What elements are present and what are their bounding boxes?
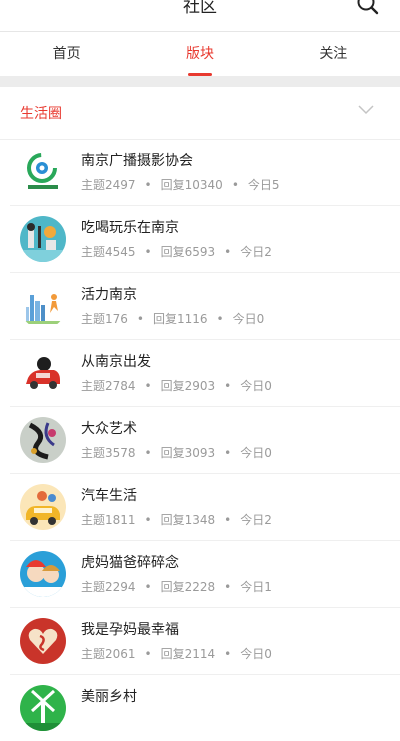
forum-name: 我是孕妈最幸福 [81, 622, 179, 638]
separator-dot: • [224, 245, 232, 259]
topic-count: 主题176 [81, 312, 128, 326]
separator-dot: • [224, 446, 232, 460]
tab-boards[interactable]: 版块 [133, 32, 266, 76]
forum-list: 南京广播摄影协会 主题2497 • 回复10340 • 今日5 吃喝玩乐在南京 主题45… [0, 139, 400, 741]
heart-mom-icon [20, 618, 66, 664]
search-icon [357, 0, 379, 15]
forum-name: 从南京出发 [81, 354, 151, 370]
page-title: 社区 [183, 0, 217, 17]
separator-dot: • [144, 580, 152, 594]
forum-stats: 主题2294 • 回复2228 • 今日1 [81, 578, 272, 595]
section-divider [0, 76, 400, 87]
separator-dot: • [144, 245, 152, 259]
today-count: 今日5 [247, 178, 280, 192]
reply-count: 回复3093 [160, 446, 216, 460]
separator-dot: • [144, 647, 152, 661]
reply-count: 回复2228 [160, 580, 216, 594]
today-count: 今日0 [240, 446, 272, 460]
forum-name: 南京广播摄影协会 [81, 153, 193, 169]
reply-count: 回复2114 [160, 647, 216, 661]
today-count: 今日2 [240, 513, 272, 527]
tab-label: 关注 [319, 46, 348, 62]
list-item[interactable]: 大众艺术 主题3578 • 回复3093 • 今日0 [10, 407, 400, 474]
reply-count: 回复10340 [160, 178, 223, 192]
forum-name: 吃喝玩乐在南京 [81, 220, 179, 236]
forum-stats: 主题3578 • 回复3093 • 今日0 [81, 444, 272, 461]
separator-dot: • [231, 178, 239, 192]
forum-name: 虎妈猫爸碎碎念 [81, 555, 179, 571]
separator-dot: • [216, 312, 224, 326]
list-item[interactable]: 南京广播摄影协会 主题2497 • 回复10340 • 今日5 [10, 139, 400, 206]
today-count: 今日0 [232, 312, 265, 326]
today-count: 今日0 [240, 647, 272, 661]
separator-dot: • [144, 446, 152, 460]
chevron-down-icon [358, 105, 374, 115]
tab-label: 首页 [52, 46, 81, 62]
list-item[interactable]: 活力南京 主题176 • 回复1116 • 今日0 [10, 273, 400, 340]
forum-stats: 主题2061 • 回复2114 • 今日0 [81, 645, 272, 662]
separator-dot: • [224, 647, 232, 661]
art-icon [20, 417, 66, 463]
car-travel-icon [20, 350, 66, 396]
forum-name: 大众艺术 [81, 421, 137, 437]
reply-count: 回复6593 [160, 245, 216, 259]
forum-name: 汽车生活 [81, 488, 137, 504]
separator-dot: • [224, 379, 232, 393]
topic-count: 主题2294 [81, 580, 136, 594]
photography-logo-icon [20, 149, 66, 195]
forum-name: 美丽乡村 [81, 689, 137, 705]
reply-count: 回复1348 [160, 513, 216, 527]
tab-following[interactable]: 关注 [267, 32, 400, 76]
topic-count: 主题4545 [81, 245, 136, 259]
car-life-icon [20, 484, 66, 530]
today-count: 今日1 [240, 580, 272, 594]
topic-count: 主题2061 [81, 647, 136, 661]
list-item[interactable]: 汽车生活 主题1811 • 回复1348 • 今日2 [10, 474, 400, 541]
separator-dot: • [144, 513, 152, 527]
list-item[interactable]: 虎妈猫爸碎碎念 主题2294 • 回复2228 • 今日1 [10, 541, 400, 608]
separator-dot: • [224, 580, 232, 594]
section-title: 生活圈 [20, 106, 62, 122]
reply-count: 回复2903 [160, 379, 216, 393]
topic-count: 主题1811 [81, 513, 136, 527]
forum-stats: 主题176 • 回复1116 • 今日0 [81, 310, 264, 327]
forum-stats: 主题2784 • 回复2903 • 今日0 [81, 377, 272, 394]
windmill-icon [20, 685, 66, 731]
separator-dot: • [144, 178, 152, 192]
list-item[interactable]: 从南京出发 主题2784 • 回复2903 • 今日0 [10, 340, 400, 407]
search-button[interactable] [356, 0, 380, 16]
topic-count: 主题2784 [81, 379, 136, 393]
forum-stats: 主题4545 • 回复6593 • 今日2 [81, 243, 272, 260]
today-count: 今日0 [240, 379, 272, 393]
separator-dot: • [136, 312, 144, 326]
top-bar: 社区 [0, 0, 400, 32]
food-fun-icon [20, 216, 66, 262]
tab-home[interactable]: 首页 [0, 32, 133, 76]
tab-bar: 首页 版块 关注 [0, 32, 400, 76]
list-item[interactable]: 吃喝玩乐在南京 主题4545 • 回复6593 • 今日2 [10, 206, 400, 273]
topic-count: 主题3578 [81, 446, 136, 460]
separator-dot: • [144, 379, 152, 393]
forum-stats: 主题2497 • 回复10340 • 今日5 [81, 176, 280, 193]
forum-stats: 主题1811 • 回复1348 • 今日2 [81, 511, 272, 528]
list-item[interactable]: 美丽乡村 [10, 675, 400, 741]
separator-dot: • [224, 513, 232, 527]
reply-count: 回复1116 [152, 312, 208, 326]
list-item[interactable]: 我是孕妈最幸福 主题2061 • 回复2114 • 今日0 [10, 608, 400, 675]
today-count: 今日2 [240, 245, 272, 259]
city-skyline-icon [20, 283, 66, 329]
topic-count: 主题2497 [81, 178, 136, 192]
tab-label: 版块 [185, 46, 214, 62]
section-header[interactable]: 生活圈 [0, 87, 400, 140]
parents-icon [20, 551, 66, 597]
forum-name: 活力南京 [81, 287, 137, 303]
